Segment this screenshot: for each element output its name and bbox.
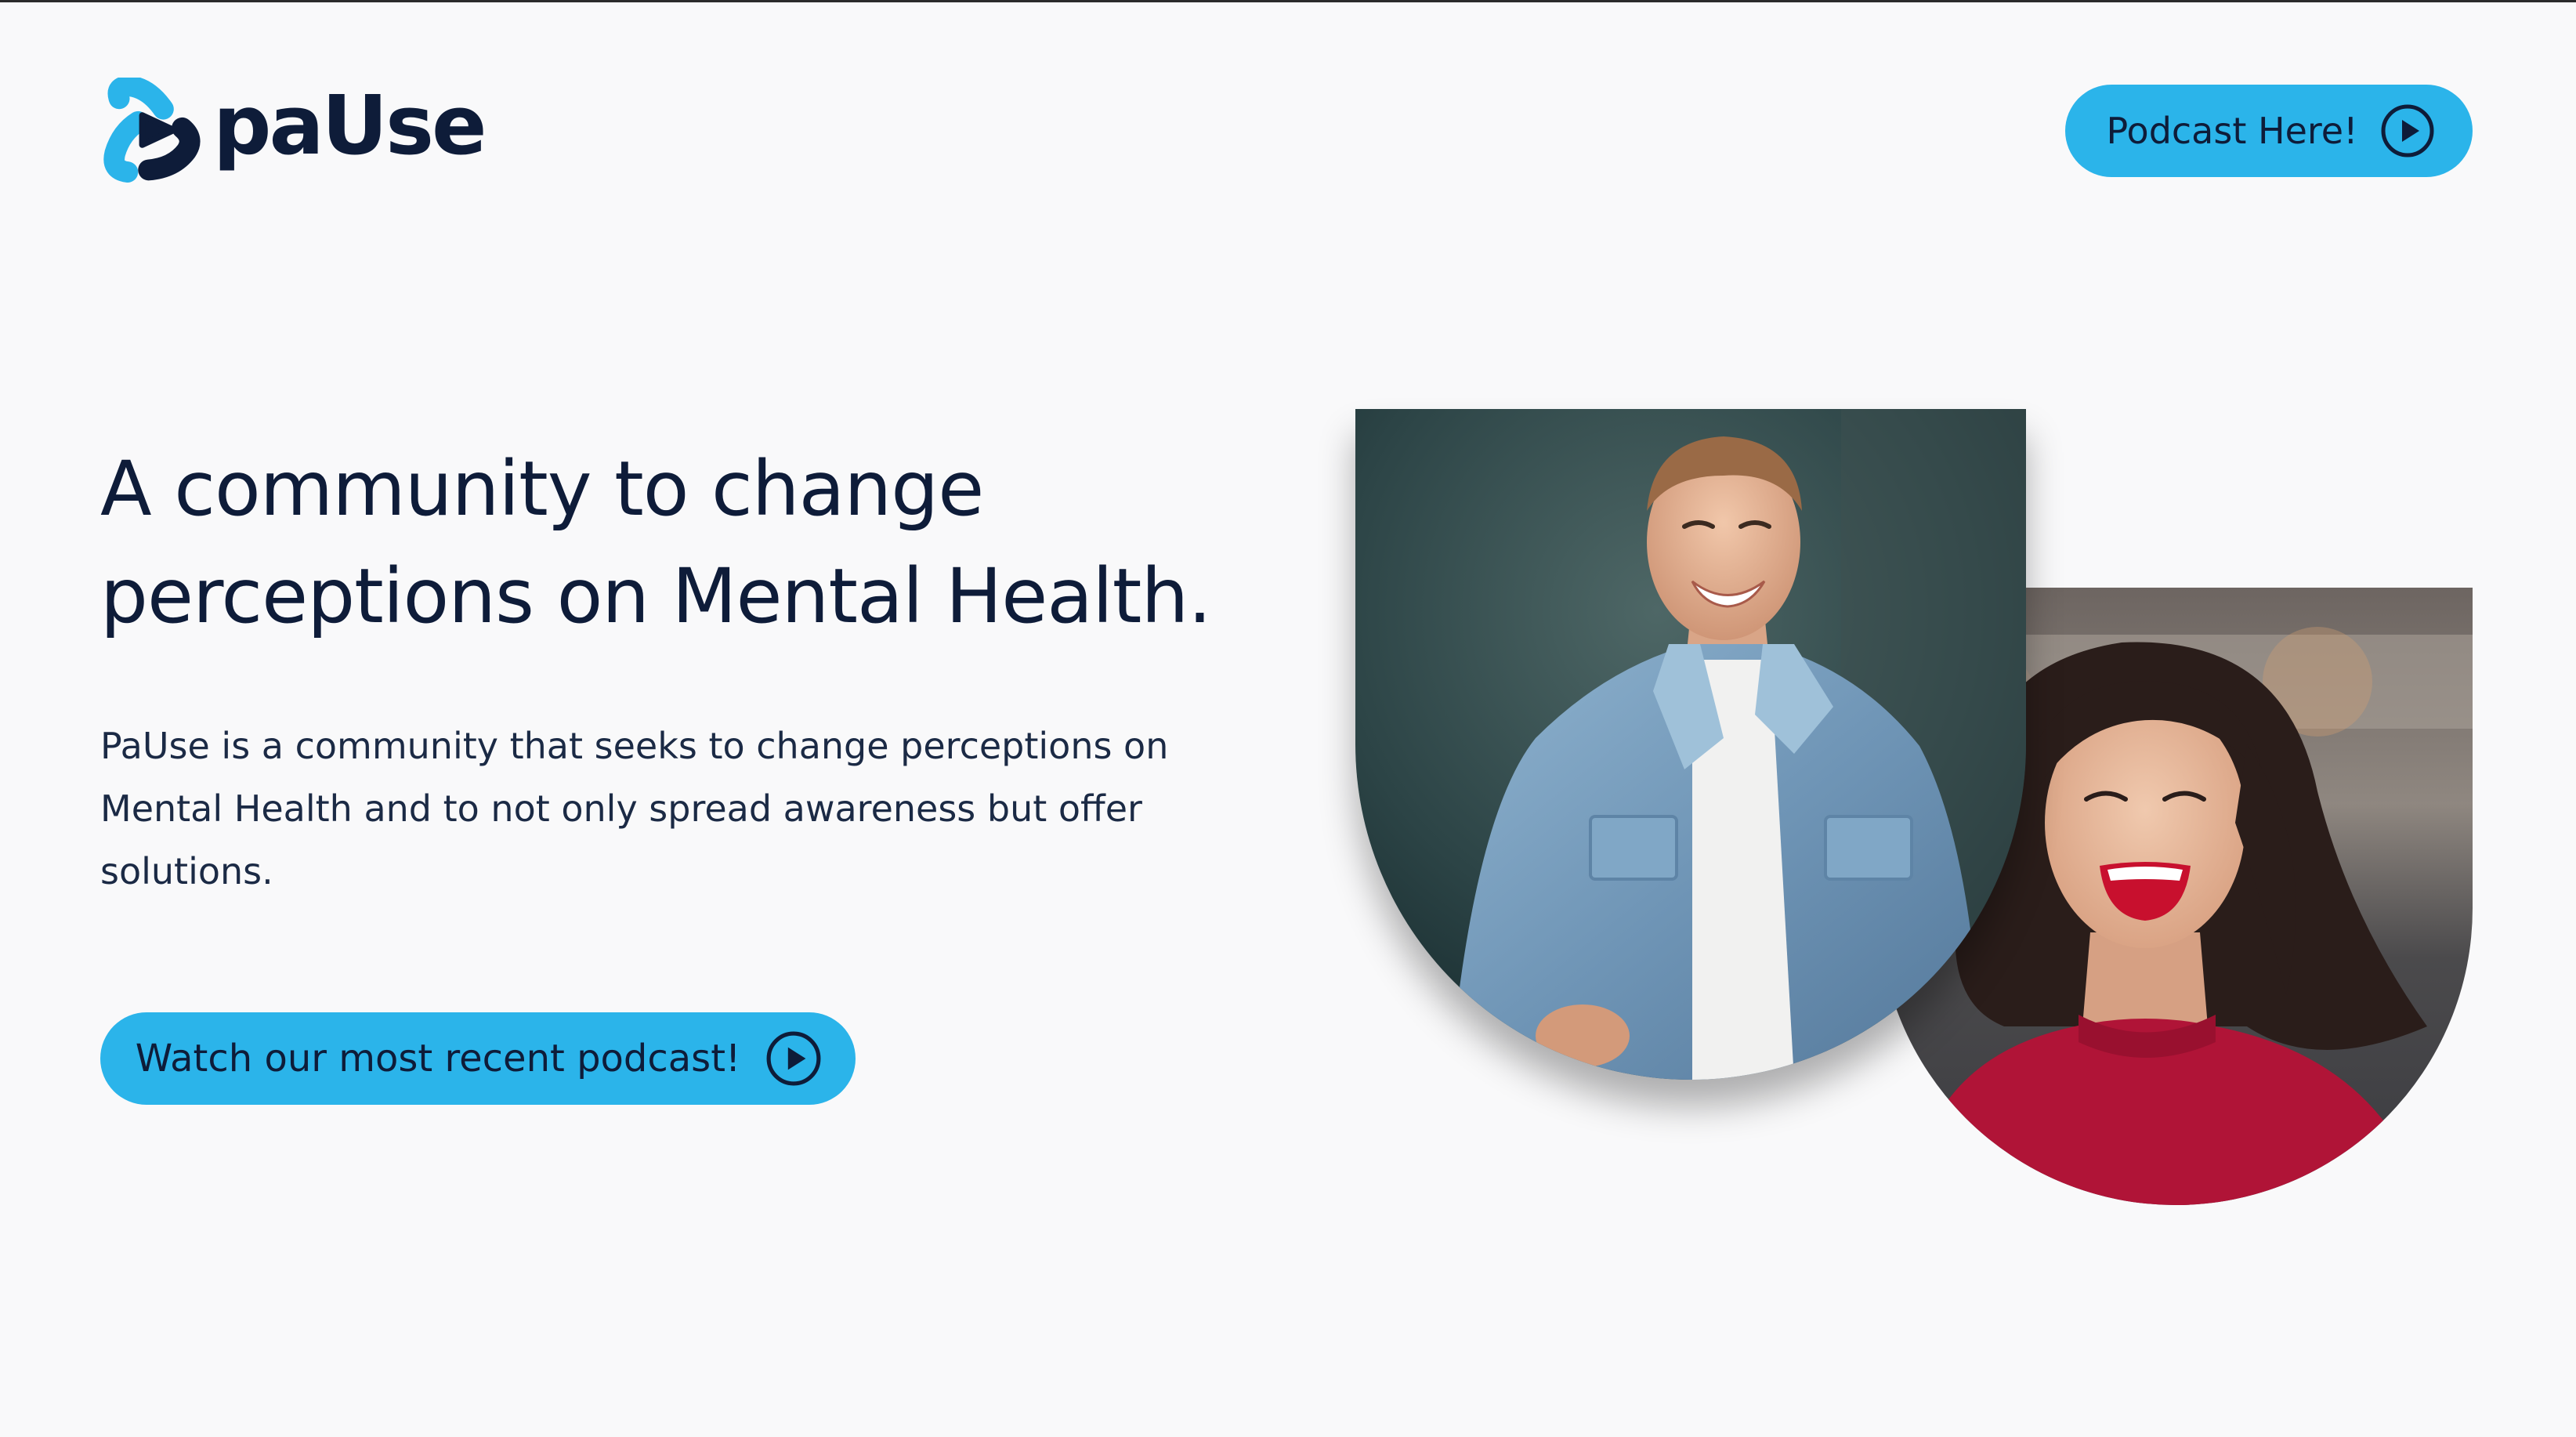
- photo-smiling-man: [1355, 409, 2026, 1080]
- play-circle-icon: [2381, 104, 2434, 157]
- man-photo-illustration: [1355, 409, 2026, 1080]
- play-circle-icon: [766, 1031, 821, 1086]
- brand-name: paUse: [213, 78, 487, 173]
- watch-podcast-button[interactable]: Watch our most recent podcast!: [100, 1012, 856, 1105]
- hero-description: PaUse is a community that seeks to chang…: [100, 725, 1169, 892]
- hero-title-line2: perceptions on Mental Health.: [100, 552, 1212, 640]
- podcast-here-label: Podcast Here!: [2106, 110, 2358, 152]
- hero-title-line1: A community to change: [100, 445, 984, 533]
- watch-podcast-label: Watch our most recent podcast!: [135, 1037, 741, 1080]
- pause-logo-icon: [103, 78, 201, 183]
- podcast-here-button[interactable]: Podcast Here!: [2065, 85, 2473, 177]
- top-border: [0, 0, 2576, 2]
- brand-logo[interactable]: paUse: [100, 75, 487, 185]
- hero-title: A community to change perceptions on Ment…: [100, 436, 1322, 650]
